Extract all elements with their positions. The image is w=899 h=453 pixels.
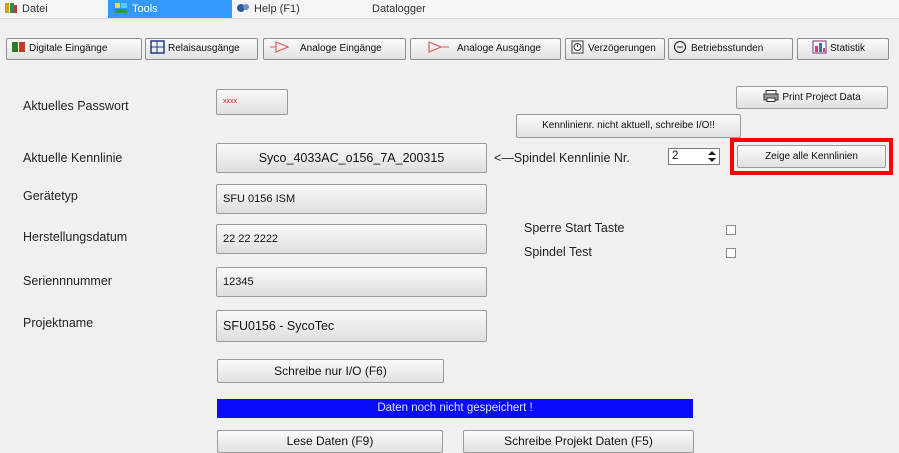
schreibe-nur-io-button[interactable]: Schreibe nur I/O (F6) — [217, 359, 444, 383]
password-field[interactable]: xxxx — [216, 89, 288, 115]
relaisausgaenge-label: Relaisausgänge — [168, 43, 240, 54]
spindel-kennlinie-spinner[interactable]: 2 — [668, 148, 720, 165]
digitale-eingaenge-label: Digitale Eingänge — [29, 43, 108, 54]
print-project-data-label: Print Project Data — [782, 92, 861, 103]
kennlinie-warning-button[interactable]: Kennlinienr. nicht aktuell, schreibe I/O… — [516, 114, 741, 138]
sperre-start-taste-checkbox[interactable] — [726, 225, 736, 235]
menu-datei-label: Datei — [22, 3, 48, 15]
geraetetyp-label: Gerätetyp — [23, 189, 78, 203]
digital-input-icon — [11, 40, 27, 54]
herstellungsdatum-label: Herstellungsdatum — [23, 230, 128, 244]
analog-output-icon — [415, 40, 455, 54]
projektname-field[interactable]: SFU0156 - SycoTec — [216, 310, 487, 342]
herstellungsdatum-field[interactable]: 22 22 2222 — [216, 224, 487, 254]
digitale-eingaenge-button[interactable]: Digitale Eingänge — [6, 38, 142, 60]
help-icon — [236, 2, 250, 14]
menu-help[interactable]: Help (F1) — [236, 0, 300, 18]
delay-icon — [570, 40, 586, 54]
spindel-kennlinie-value: 2 — [672, 150, 679, 162]
menu-datei[interactable]: Datei — [4, 0, 48, 18]
lese-daten-button[interactable]: Lese Daten (F9) — [217, 430, 443, 453]
relay-output-icon — [150, 40, 166, 54]
aktuelle-kennlinie-button[interactable]: Syco_4033AC_o156_7A_200315 — [216, 143, 487, 173]
verzoegerungen-button[interactable]: Verzögerungen — [565, 38, 665, 60]
sperre-start-taste-label: Sperre Start Taste — [524, 221, 625, 235]
relaisausgaenge-button[interactable]: Relaisausgänge — [145, 38, 258, 60]
geraetetyp-field[interactable]: SFU 0156 ISM — [216, 184, 487, 214]
menu-help-label: Help (F1) — [254, 3, 300, 15]
analoge-eingaenge-button[interactable]: Analoge Eingänge — [263, 38, 406, 60]
betriebsstunden-button[interactable]: Betriebsstunden — [668, 38, 793, 60]
betriebsstunden-label: Betriebsstunden — [691, 43, 764, 54]
toolbar: Digitale Eingänge Relaisausgänge Analoge… — [0, 34, 899, 64]
menu-tools[interactable]: Tools — [108, 0, 232, 18]
analog-input-icon — [268, 40, 298, 54]
projektname-label: Projektname — [23, 316, 94, 330]
tools-icon — [114, 2, 128, 14]
statistics-icon — [812, 40, 828, 54]
clock-icon — [673, 40, 689, 54]
schreibe-projekt-daten-button[interactable]: Schreibe Projekt Daten (F5) — [463, 430, 694, 453]
analoge-ausgaenge-label: Analoge Ausgänge — [457, 43, 541, 54]
spindel-test-label: Spindel Test — [524, 245, 592, 259]
datei-icon — [4, 2, 18, 14]
status-bar: Daten noch nicht gespeichert ! — [217, 399, 693, 418]
menu-bar: Datei Tools Help (F1) Datalogger — [0, 0, 899, 19]
menu-tools-label: Tools — [132, 3, 158, 15]
menu-datalogger-label: Datalogger — [372, 3, 426, 15]
print-project-data-button[interactable]: Print Project Data — [736, 86, 888, 109]
printer-icon — [763, 89, 779, 102]
statistik-label: Statistik — [830, 43, 866, 54]
analoge-ausgaenge-button[interactable]: Analoge Ausgänge — [410, 38, 561, 60]
spindel-kennlinie-label: <—Spindel Kennlinie Nr. — [494, 151, 630, 165]
zeige-alle-kennlinien-button[interactable]: Zeige alle Kennlinien — [737, 145, 886, 168]
menu-datalogger[interactable]: Datalogger — [372, 0, 426, 18]
spinner-arrows-icon[interactable] — [705, 149, 719, 164]
seriennummer-field[interactable]: 12345 — [216, 267, 487, 297]
kennlinie-label: Aktuelle Kennlinie — [23, 151, 123, 165]
statistik-button[interactable]: Statistik — [797, 38, 889, 60]
spindel-test-checkbox[interactable] — [726, 248, 736, 258]
seriennummer-label: Seriennnummer — [23, 274, 112, 288]
verzoegerungen-label: Verzögerungen — [588, 43, 656, 54]
analoge-eingaenge-label: Analoge Eingänge — [300, 43, 382, 54]
passwort-label: Aktuelles Passwort — [23, 99, 129, 113]
